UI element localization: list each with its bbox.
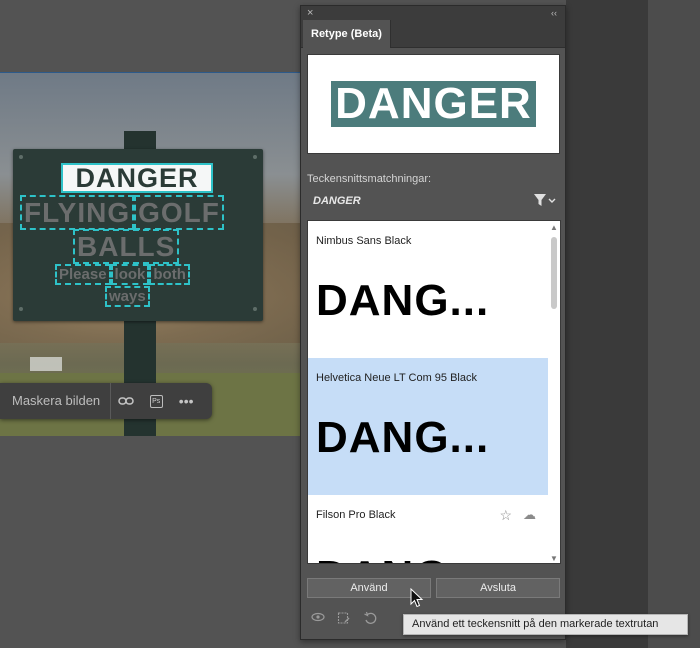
tab-retype-beta[interactable]: Retype (Beta) — [303, 20, 391, 48]
sign-bolt — [19, 307, 23, 311]
close-icon[interactable]: × — [307, 6, 313, 20]
sign-bolt — [253, 155, 257, 159]
text-box-ways[interactable]: ways — [105, 286, 150, 307]
sign-bolt — [19, 155, 23, 159]
cloud-sync-icon[interactable]: ☁ — [523, 507, 536, 523]
retype-panel: × ‹‹ Retype (Beta) DANGER Teckensnittsma… — [300, 5, 566, 640]
font-sample: DANG... — [316, 553, 489, 564]
tooltip: Använd ett teckensnitt på den markerade … — [403, 614, 688, 635]
chevron-down-icon[interactable]: ▼ — [550, 554, 558, 563]
text-box-please[interactable]: Please — [55, 264, 111, 285]
mask-image-button[interactable]: Maskera bilden — [0, 383, 112, 419]
font-sample: DANG... — [316, 413, 490, 462]
text-line-balls[interactable]: BALLS — [73, 229, 180, 264]
text-line-flying-golf[interactable]: FLYING GOLF — [20, 195, 224, 230]
link-icon[interactable] — [111, 383, 141, 419]
ps-badge-icon[interactable]: Ps — [141, 383, 171, 419]
mouse-pointer-icon — [410, 588, 424, 608]
exit-button[interactable]: Avsluta — [436, 578, 560, 598]
text-box-flying[interactable]: FLYING — [20, 195, 135, 230]
scrollbar-thumb[interactable] — [551, 237, 557, 309]
panel-header: × ‹‹ — [301, 6, 565, 20]
font-item-filson-pro-black[interactable]: Filson Pro Black ☆ ☁ DANG... — [308, 495, 548, 564]
font-list-scrollbar[interactable]: ▲ ▼ — [548, 221, 560, 563]
font-name: Helvetica Neue LT Com 95 Black — [316, 372, 477, 384]
filter-text: DANGER — [313, 195, 361, 207]
font-name: Filson Pro Black — [316, 509, 396, 521]
sign-bolt — [253, 307, 257, 311]
star-icon[interactable]: ☆ — [499, 507, 512, 524]
font-item-nimbus-sans-black[interactable]: Nimbus Sans Black DANG... — [308, 221, 548, 358]
contextual-task-bar: Maskera bilden Ps ••• — [0, 383, 212, 419]
background-bench — [30, 357, 62, 371]
app-window: DANGER FLYING GOLF BALLS Please look both w… — [0, 0, 700, 648]
danger-sign: DANGER FLYING GOLF BALLS Please look both w… — [13, 149, 263, 321]
text-box-both[interactable]: both — [149, 264, 190, 285]
preview-word: DANGER — [331, 81, 536, 127]
panel-tab-row: Retype (Beta) — [301, 20, 565, 48]
undo-icon[interactable] — [363, 611, 377, 628]
filter-icon[interactable] — [533, 192, 557, 211]
more-icon[interactable]: ••• — [171, 383, 201, 419]
text-box-danger[interactable]: DANGER — [61, 163, 213, 193]
text-box-look[interactable]: look — [110, 264, 150, 285]
font-item-helvetica-neue-95-black[interactable]: Helvetica Neue LT Com 95 Black DANG... — [308, 358, 548, 495]
canvas-pasteboard — [566, 0, 648, 648]
font-matches-label: Teckensnittsmatchningar: — [307, 173, 432, 185]
ps-badge-label: Ps — [149, 394, 163, 408]
eye-icon[interactable] — [311, 611, 325, 625]
vertical-scroll-area[interactable] — [648, 0, 700, 648]
filter-row: DANGER — [301, 192, 565, 214]
font-name: Nimbus Sans Black — [316, 235, 412, 247]
photo-layer[interactable]: DANGER FLYING GOLF BALLS Please look both w… — [0, 72, 300, 436]
chevron-up-icon[interactable]: ▲ — [550, 223, 558, 232]
font-sample: DANG... — [316, 276, 490, 325]
text-preview: DANGER — [307, 54, 560, 154]
font-match-list[interactable]: Nimbus Sans Black DANG... Helvetica Neue… — [307, 220, 561, 564]
text-line-ways[interactable]: ways — [105, 286, 150, 307]
collapse-icon[interactable]: ‹‹ — [551, 6, 557, 20]
text-line-please-look-both[interactable]: Please look both — [55, 264, 190, 285]
text-box-balls[interactable]: BALLS — [73, 229, 180, 264]
edit-text-icon[interactable] — [337, 611, 351, 628]
text-box-golf[interactable]: GOLF — [134, 195, 224, 230]
